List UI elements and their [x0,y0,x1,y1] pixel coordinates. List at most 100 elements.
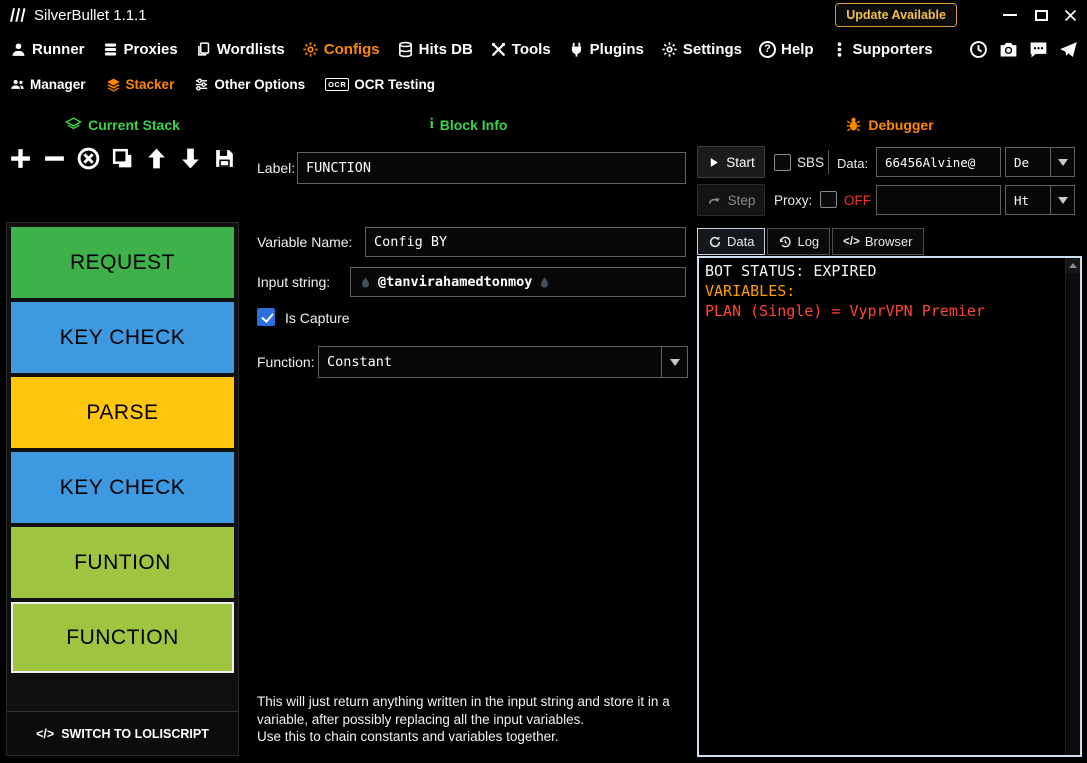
sbs-checkbox[interactable] [774,154,791,171]
bug-icon [847,117,861,132]
subnav-item-ocr-testing[interactable]: OCR OCR Testing [325,77,435,92]
info-icon: i [429,116,434,132]
description-line-2: Use this to chain constants and variable… [257,729,559,744]
panel-title: Block Info [439,116,508,133]
step-arrow-icon [708,197,720,204]
input-string-value: @tanvirahamedtonmoy [378,274,533,290]
stack-block-funtion[interactable]: FUNTION [11,527,234,598]
tab-data[interactable]: Data [697,228,766,255]
update-available-button[interactable]: Update Available [835,3,957,27]
save-stack-button[interactable] [212,146,237,171]
code-icon: </> [36,726,55,741]
maximize-button[interactable] [1026,0,1056,30]
start-button[interactable]: Start [697,146,765,178]
data-input-value: 66456Alvine@ [885,154,976,170]
close-button[interactable] [1055,0,1085,30]
menu-label: Proxies [123,40,178,58]
block-description: This will just return anything written i… [257,693,686,746]
chevron-down-icon [669,358,680,366]
description-line-1: This will just return anything written i… [257,694,670,727]
chat-icon[interactable] [1028,39,1049,60]
is-capture-checkbox[interactable] [257,308,275,326]
menu-item-wordlists[interactable]: Wordlists [195,41,285,58]
stack-block-request[interactable]: REQUEST [11,227,234,298]
menu-item-configs[interactable]: Configs [302,41,380,58]
menu-label: Supporters [852,40,933,58]
subnav-item-stacker[interactable]: Stacker [106,77,174,92]
stack-block-keycheck-2[interactable]: KEY CHECK [11,452,234,523]
console-scrollbar[interactable] [1065,258,1080,755]
tab-log[interactable]: Log [767,228,831,255]
label-input[interactable]: FUNCTION [297,152,686,184]
function-select[interactable]: Constant [318,346,688,378]
move-down-button[interactable] [178,146,203,171]
tab-label: Data [727,234,755,249]
tab-browser[interactable]: </> Browser [832,228,924,255]
proxy-input[interactable] [876,185,1001,215]
history-icon[interactable] [968,39,989,60]
data-combo-value: De [1014,154,1030,170]
scroll-up-button[interactable] [1066,258,1080,273]
tab-label: Log [797,234,820,249]
menu-item-tools[interactable]: Tools [490,41,551,58]
subnav-item-other-options[interactable]: Other Options [194,77,305,92]
clone-block-button[interactable] [110,146,135,171]
ocr-icon: OCR [325,77,350,91]
label-input-value: FUNCTION [306,160,372,176]
menu-item-runner[interactable]: Runner [10,41,85,58]
remove-block-button[interactable] [42,146,67,171]
stack-block-function-selected[interactable]: FUNCTION [11,602,234,673]
layers-icon [65,117,83,130]
menu-label: Hits DB [418,40,473,58]
proxy-status: OFF [844,193,871,208]
switch-button-label: SWITCH TO LOLISCRIPT [61,726,209,741]
menu-item-supporters[interactable]: Supporters [831,41,933,58]
add-block-button[interactable] [8,146,33,171]
dropdown-button[interactable] [661,347,687,377]
subnav-label: Manager [30,76,86,92]
move-up-button[interactable] [144,146,169,171]
subnav-item-manager[interactable]: Manager [10,77,86,92]
switch-to-loliscript-button[interactable]: </> SWITCH TO LOLISCRIPT [7,711,238,755]
proxy-checkbox[interactable] [820,191,837,208]
dropdown-button[interactable] [1050,186,1074,214]
help-icon: ? [759,40,777,58]
stack-block-keycheck-1[interactable]: KEY CHECK [11,302,234,373]
clear-stack-button[interactable] [76,146,101,171]
menubar-right-icons [968,39,1087,60]
proxy-type-combo[interactable]: Ht [1005,185,1075,215]
manager-icon [11,79,24,89]
tools-icon [491,42,505,56]
proxy-label: Proxy: [774,193,813,208]
menu-label: Help [781,40,814,58]
console-line: VARIABLES: [705,282,796,300]
stack-block-parse[interactable]: PARSE [11,377,234,448]
menu-label: Plugins [589,40,644,58]
input-string-input[interactable]: @tanvirahamedtonmoy [350,267,686,297]
tab-label: Browser [864,234,913,249]
sliders-icon [196,77,208,91]
variable-name-input[interactable]: Config BY [365,227,686,257]
minimize-icon [1003,13,1017,17]
variable-name-value: Config BY [374,234,448,250]
step-button[interactable]: Step [697,184,765,216]
menu-item-settings[interactable]: Settings [661,41,742,58]
minimize-button[interactable] [995,0,1025,30]
data-type-combo[interactable]: De [1005,147,1075,177]
function-label: Function: [257,354,315,370]
telegram-icon[interactable] [1058,39,1079,60]
variable-name-label: Variable Name: [257,234,353,250]
main-menubar: Runner Proxies Wordlists Configs Hits DB… [0,30,1087,68]
menu-item-proxies[interactable]: Proxies [102,41,178,58]
camera-icon[interactable] [998,39,1019,60]
stack-list: REQUEST KEY CHECK PARSE KEY CHECK FUNTIO… [11,227,234,673]
sbs-label: SBS [797,155,825,170]
data-input[interactable]: 66456Alvine@ [876,147,1001,177]
menu-item-help[interactable]: ? Help [759,40,814,58]
menu-item-plugins[interactable]: Plugins [568,41,644,58]
dropdown-button[interactable] [1050,148,1074,176]
configs-gear-icon [303,41,318,57]
runner-icon [12,42,25,56]
chevron-down-icon [1057,158,1068,166]
menu-item-hits-db[interactable]: Hits DB [397,41,473,58]
